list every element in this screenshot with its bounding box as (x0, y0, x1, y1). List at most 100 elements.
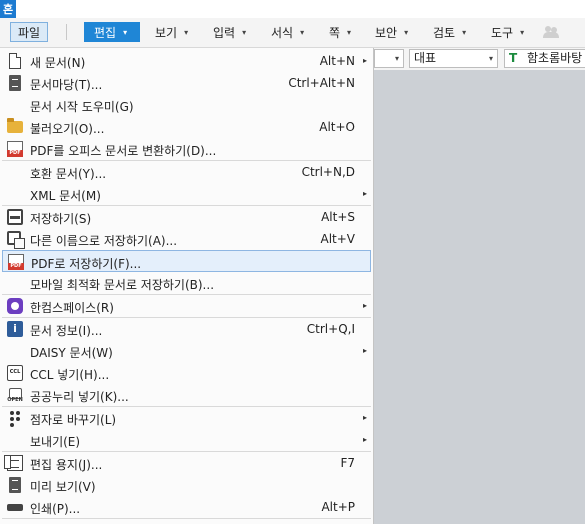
save-as-icon (7, 231, 25, 249)
chevron-down-icon: ▾ (520, 27, 525, 37)
menu-item-daisy-document[interactable]: DAISY 문서(W) ▸ (0, 340, 373, 362)
menu-item-hancom-space[interactable]: 한컴스페이스(R) ▸ (0, 295, 373, 317)
menu-item-send[interactable]: 보내기(E) ▸ (0, 429, 373, 451)
menu-item-braille[interactable]: 점자로 바꾸기(L) ▸ (0, 407, 373, 429)
chevron-down-icon: ▾ (123, 27, 128, 37)
tab-view-label: 보기 (155, 25, 178, 40)
new-document-icon (9, 53, 21, 69)
app-logo: 혼 (0, 0, 16, 18)
menu-item-insert-open-license[interactable]: 공공누리 넣기(K)... (0, 384, 373, 406)
menu-item-label: 문서 정보(I)... (30, 324, 103, 338)
menu-bar: 파일 편집 ▾ 보기 ▾ 입력 ▾ 서식 ▾ 쪽 ▾ 보안 ▾ 검토 ▾ 도구 ▾ (0, 18, 585, 48)
menu-item-label: 점자로 바꾸기(L) (30, 413, 117, 427)
menu-item-label: 공공누리 넣기(K)... (30, 390, 129, 404)
chevron-down-icon: ▾ (242, 27, 247, 37)
chevron-down-icon: ▾ (462, 27, 467, 37)
tab-view[interactable]: 보기 ▾ (147, 22, 196, 42)
partial-dropdown[interactable]: ▾ (374, 49, 404, 68)
menu-item-save-as[interactable]: 다른 이름으로 저장하기(A)... Alt+V (0, 228, 373, 250)
tab-page[interactable]: 쪽 ▾ (321, 22, 359, 42)
print-preview-icon (9, 477, 21, 493)
tab-format[interactable]: 서식 ▾ (263, 22, 312, 42)
menu-item-label: 저장하기(S) (30, 212, 92, 226)
open-folder-icon (7, 118, 23, 133)
menu-item-label: 모바일 최적화 문서로 저장하기(B)... (30, 278, 215, 292)
tab-tools[interactable]: 도구 ▾ (483, 22, 532, 42)
menu-item-label: XML 문서(M) (30, 189, 101, 203)
tab-page-label: 쪽 (329, 25, 341, 40)
chevron-down-icon: ▾ (394, 54, 399, 63)
menu-item-shortcut: F7 (340, 456, 355, 470)
menu-item-open[interactable]: 불러오기(O)... Alt+O (0, 116, 373, 138)
menu-item-document-info[interactable]: 문서 정보(I)... Ctrl+Q,I (0, 318, 373, 340)
menu-item-xml-document[interactable]: XML 문서(M) ▸ (0, 183, 373, 205)
font-select[interactable]: T 함초롬바탕 (504, 49, 585, 68)
menu-item-compatible-document[interactable]: 호환 문서(Y)... Ctrl+N,D (0, 161, 373, 183)
menu-item-label: CCL 넣기(H)... (30, 368, 110, 382)
chevron-down-icon: ▾ (404, 27, 409, 37)
menu-item-label: 인쇄(P)... (30, 502, 81, 516)
menu-item-print-preview[interactable]: 미리 보기(V) (0, 474, 373, 496)
open-license-icon (5, 387, 25, 403)
menu-divider (2, 518, 371, 519)
file-menu: 새 문서(N) Alt+N ▸ 문서마당(T)... Ctrl+Alt+N 문서… (0, 48, 374, 524)
tab-security[interactable]: 보안 ▾ (367, 22, 416, 42)
menu-item-label: 호환 문서(Y)... (30, 167, 107, 181)
submenu-arrow-icon: ▸ (362, 413, 367, 422)
tab-insert-label: 입력 (213, 25, 236, 40)
menu-item-page-setup[interactable]: 편집 용지(J)... F7 (0, 452, 373, 474)
menu-item-label: 불러오기(O)... (30, 122, 105, 136)
menu-item-shortcut: Ctrl+N,D (301, 165, 355, 179)
chevron-down-icon: ▾ (488, 54, 493, 63)
menu-item-shortcut: Alt+P (321, 500, 355, 514)
tab-security-label: 보안 (375, 25, 398, 40)
menu-item-new-document[interactable]: 새 문서(N) Alt+N ▸ (0, 50, 373, 72)
style-select[interactable]: 대표 ▾ (409, 49, 498, 68)
submenu-arrow-icon: ▸ (362, 56, 367, 65)
tab-edit-label: 편집 (94, 25, 117, 40)
font-select-value: 함초롬바탕 (527, 51, 583, 65)
tab-review[interactable]: 검토 ▾ (425, 22, 474, 42)
menu-item-shortcut: Alt+N (319, 54, 355, 68)
tab-edit[interactable]: 편집 ▾ (84, 22, 140, 42)
document-workspace[interactable] (374, 70, 585, 524)
save-icon (7, 209, 23, 225)
page-setup-icon (4, 455, 23, 471)
chevron-down-icon: ▾ (300, 27, 305, 37)
menu-item-insert-ccl[interactable]: CCL 넣기(H)... (0, 362, 373, 384)
menu-item-start-wizard[interactable]: 문서 시작 도우미(G) (0, 94, 373, 116)
tab-insert[interactable]: 입력 ▾ (205, 22, 254, 42)
font-type-icon: T (509, 51, 518, 65)
tab-file-label: 파일 (17, 25, 41, 40)
submenu-arrow-icon: ▸ (362, 301, 367, 310)
tab-file[interactable]: 파일 (10, 22, 48, 42)
document-template-icon (9, 75, 21, 91)
hancom-space-icon (7, 298, 23, 314)
menu-item-label: PDF로 저장하기(F)... (31, 257, 142, 271)
submenu-arrow-icon: ▸ (362, 346, 367, 355)
menu-item-label: DAISY 문서(W) (30, 346, 113, 360)
menu-item-print[interactable]: 인쇄(P)... Alt+P (0, 496, 373, 518)
save-pdf-icon (8, 254, 24, 270)
menu-item-label: 한컴스페이스(R) (30, 301, 114, 315)
menu-item-pdf-convert[interactable]: PDF를 오피스 문서로 변환하기(D)... (0, 138, 373, 160)
menu-item-label: 문서 시작 도우미(G) (30, 100, 134, 114)
menu-separator (66, 24, 67, 40)
style-select-value: 대표 (414, 51, 437, 65)
braille-icon (7, 410, 23, 426)
submenu-arrow-icon: ▸ (362, 435, 367, 444)
tab-review-label: 검토 (433, 25, 456, 40)
menu-item-shortcut: Ctrl+Alt+N (288, 76, 355, 90)
menu-item-save[interactable]: 저장하기(S) Alt+S (0, 206, 373, 228)
menu-item-label: 미리 보기(V) (30, 480, 96, 494)
tab-format-label: 서식 (271, 25, 294, 40)
chevron-down-icon: ▾ (347, 27, 352, 37)
print-icon (7, 499, 23, 516)
menu-item-shortcut: Alt+V (320, 232, 355, 246)
collaboration-icon[interactable] (543, 26, 559, 38)
menu-item-save-pdf[interactable]: PDF로 저장하기(F)... (2, 250, 371, 272)
menu-item-document-template[interactable]: 문서마당(T)... Ctrl+Alt+N (0, 72, 373, 94)
menu-item-save-mobile[interactable]: 모바일 최적화 문서로 저장하기(B)... (0, 272, 373, 294)
submenu-arrow-icon: ▸ (362, 189, 367, 198)
format-toolbar: ▾ 대표 ▾ T 함초롬바탕 (374, 48, 585, 70)
